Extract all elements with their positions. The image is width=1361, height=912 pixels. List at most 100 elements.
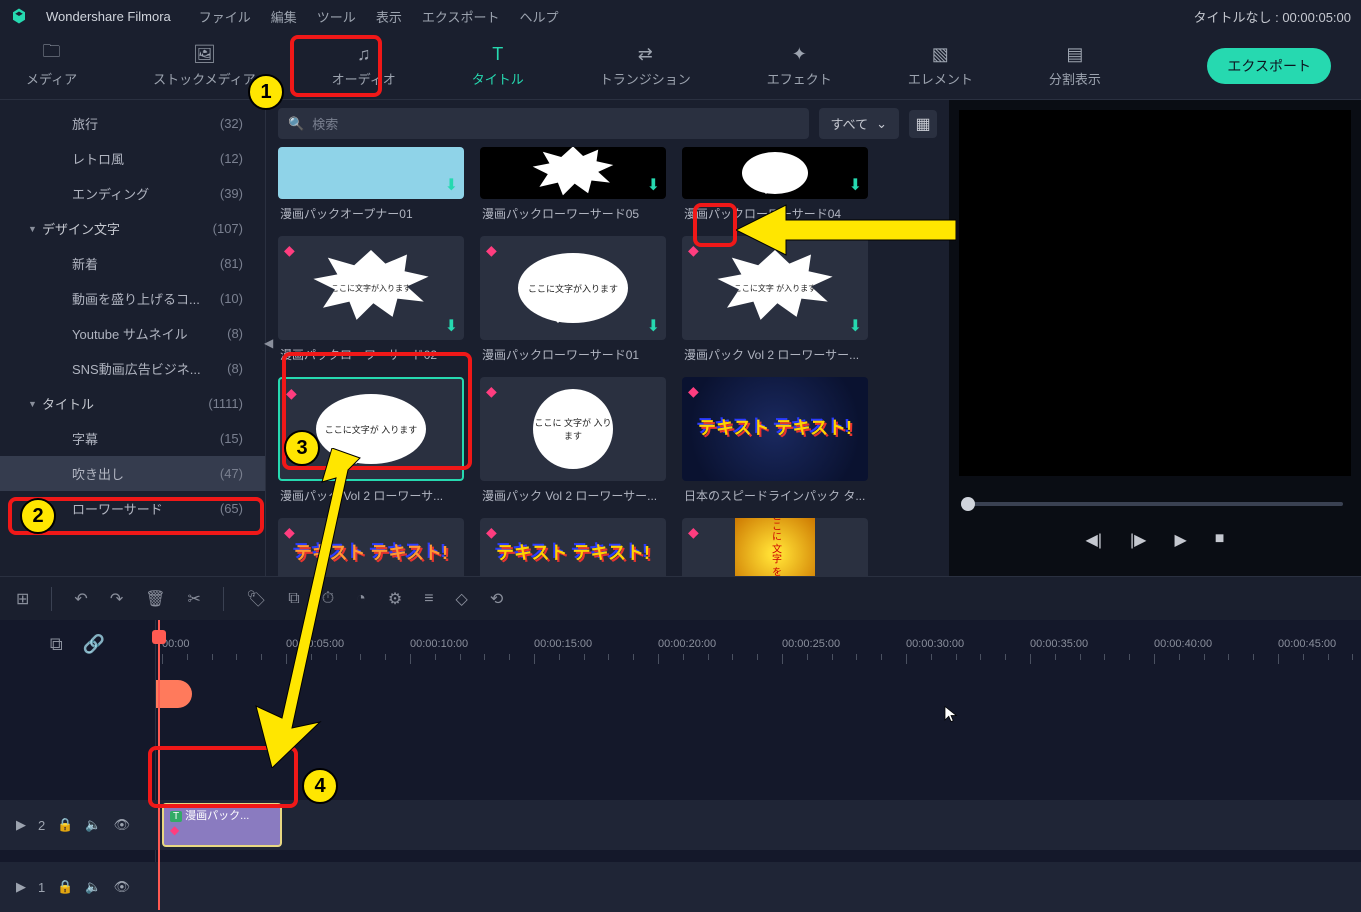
grid-item[interactable]: ⬇漫画パックオープナー01 — [278, 147, 464, 228]
link-icon[interactable]: 🔗 — [83, 634, 105, 655]
video-track-icon: ▶ — [16, 879, 26, 895]
sidebar-item-retro[interactable]: レトロ風(12) — [0, 141, 265, 176]
prev-frame-button[interactable]: ◀| — [1086, 530, 1102, 550]
tab-split[interactable]: ▤分割表示 — [1041, 39, 1109, 92]
visibility-icon[interactable]: 👁 — [114, 879, 131, 895]
cut-button[interactable]: ✂ — [188, 589, 201, 609]
sidebar-item-sns[interactable]: SNS動画広告ビジネ...(8) — [0, 351, 265, 386]
gem-icon: ◆ — [688, 524, 699, 541]
grid-icon: ▦ — [915, 114, 930, 134]
text-icon: T — [487, 43, 509, 65]
panel-layout-icon[interactable]: ⊞ — [16, 589, 29, 609]
ruler-label: 00:00:30:00 — [906, 638, 964, 650]
lock-icon[interactable]: 🔒 — [57, 879, 73, 895]
grid-item[interactable]: ◆ここに 文字 を入力 — [682, 518, 868, 576]
menu-tools[interactable]: ツール — [317, 7, 356, 26]
sidebar-item-exciteup[interactable]: 動画を盛り上げるコ...(10) — [0, 281, 265, 316]
gem-icon: ◆ — [486, 383, 497, 400]
project-title: タイトルなし : 00:00:05:00 — [1193, 7, 1351, 26]
gem-icon: ◆ — [688, 383, 699, 400]
stop-button[interactable]: ■ — [1215, 530, 1225, 550]
add-track-icon[interactable]: ⧉ — [50, 634, 63, 655]
audio-icon[interactable]: ≡ — [424, 590, 433, 608]
sidebar-item-speechbubble[interactable]: 吹き出し(47) — [0, 456, 265, 491]
menu-view[interactable]: 表示 — [376, 7, 402, 26]
menu-file[interactable]: ファイル — [199, 7, 251, 26]
sidebar-item-ending[interactable]: エンディング(39) — [0, 176, 265, 211]
ruler-label: 00:00:45:00 — [1278, 638, 1336, 650]
track-row-1[interactable]: ▶1 🔒 🔈 👁 — [0, 862, 1361, 912]
timeline[interactable]: ⧉ 🔗 00:0000:00:05:0000:00:10:0000:00:15:… — [0, 620, 1361, 910]
next-frame-button[interactable]: |▶ — [1130, 530, 1146, 550]
redo-button[interactable]: ↷ — [110, 589, 123, 609]
tab-audio[interactable]: ♫オーディオ — [324, 39, 404, 92]
timeline-clip[interactable]: T 漫画パック... ◆ — [162, 803, 282, 847]
sidebar-group-titles[interactable]: タイトル(1111) — [0, 386, 265, 421]
grid-item[interactable]: ◆ここに文字が入ります⬇漫画パックローワーサード02 — [278, 236, 464, 369]
folder-icon: 🗀 — [41, 43, 63, 65]
clip-edge[interactable] — [156, 680, 192, 708]
download-icon: ⬇ — [647, 175, 660, 195]
play-button[interactable]: ▶ — [1174, 530, 1186, 550]
mute-icon[interactable]: 🔈 — [85, 817, 101, 833]
menu-help[interactable]: ヘルプ — [519, 7, 558, 26]
track-row-2[interactable]: ▶2 🔒 🔈 👁 T 漫画パック... ◆ — [0, 800, 1361, 850]
sidebar-group-design[interactable]: デザイン文字(107) — [0, 211, 265, 246]
preview-scrubber[interactable] — [967, 502, 1343, 506]
tab-media[interactable]: 🗀メディア — [18, 39, 85, 92]
tab-elements[interactable]: ▧エレメント — [900, 39, 981, 92]
menu-bar: ファイル 編集 ツール 表示 エクスポート ヘルプ — [199, 7, 559, 26]
ruler-label: 00:00:20:00 — [658, 638, 716, 650]
motion-icon[interactable]: ⟲ — [490, 589, 503, 609]
menu-export[interactable]: エクスポート — [422, 7, 500, 26]
menu-edit[interactable]: 編集 — [271, 7, 297, 26]
undo-button[interactable]: ↶ — [74, 589, 87, 609]
tab-stock[interactable]: 🖼ストックメディア — [145, 39, 264, 92]
collapse-handle-icon[interactable]: ◀ — [264, 336, 273, 350]
image-icon: 🖼 — [193, 43, 215, 65]
grid-item[interactable]: ⬇漫画パックローワーサード05 — [480, 147, 666, 228]
adjust-icon[interactable]: ⚙ — [388, 589, 402, 609]
text-clip-icon: T — [170, 811, 182, 822]
music-icon: ♫ — [353, 43, 375, 65]
tab-titles[interactable]: Tタイトル — [464, 39, 532, 92]
ruler-label: 00:00:10:00 — [410, 638, 468, 650]
mute-icon[interactable]: 🔈 — [85, 879, 101, 895]
annotation-number-2: 2 — [20, 498, 56, 534]
lock-icon[interactable]: 🔒 — [57, 817, 73, 833]
sidebar-item-travel[interactable]: 旅行(32) — [0, 106, 265, 141]
sidebar-item-subtitles[interactable]: 字幕(15) — [0, 421, 265, 456]
grid-item[interactable]: ◆ここに 文字が 入ります漫画パック Vol 2 ローワーサー... — [480, 377, 666, 510]
filter-dropdown[interactable]: すべて⌄ — [819, 108, 899, 139]
transition-icon: ⇄ — [634, 43, 656, 65]
tab-transitions[interactable]: ⇄トランジション — [592, 39, 699, 92]
search-icon: 🔍 — [288, 116, 304, 132]
split-icon: ▤ — [1064, 43, 1086, 65]
gem-icon: ◆ — [688, 242, 699, 259]
delete-button[interactable]: 🗑 — [145, 589, 165, 609]
layers-icon: ▧ — [929, 43, 951, 65]
tab-effects[interactable]: ✦エフェクト — [759, 39, 840, 92]
chevron-down-icon: ⌄ — [876, 116, 887, 132]
grid-view-button[interactable]: ▦ — [909, 110, 937, 138]
gem-icon: ◆ — [486, 242, 497, 259]
grid-item[interactable]: ◆ここに文字が入ります⬇漫画パックローワーサード01 — [480, 236, 666, 369]
app-name: Wondershare Filmora — [46, 9, 171, 24]
search-input[interactable]: 🔍 検索 — [278, 108, 809, 139]
sidebar-item-new[interactable]: 新着(81) — [0, 246, 265, 281]
annotation-number-3: 3 — [284, 430, 320, 466]
visibility-icon[interactable]: 👁 — [114, 817, 131, 833]
export-button[interactable]: エクスポート — [1207, 48, 1331, 84]
annotation-arrow-left — [736, 200, 956, 260]
app-logo-icon — [10, 7, 28, 25]
grid-item[interactable]: ◆テキスト テキスト! — [480, 518, 666, 576]
download-icon: ⬇ — [849, 175, 862, 195]
keyframe-icon[interactable]: ◇ — [456, 589, 468, 609]
playback-controls: ◀| |▶ ▶ ■ — [949, 530, 1361, 550]
annotation-arrow-down — [252, 448, 372, 768]
media-tabs: 🗀メディア 🖼ストックメディア ♫オーディオ Tタイトル ⇄トランジション ✦エ… — [0, 32, 1361, 100]
grid-item[interactable]: ◆テキスト テキスト!日本のスピードラインパック タ... — [682, 377, 868, 510]
sidebar-item-youtube[interactable]: Youtube サムネイル(8) — [0, 316, 265, 351]
playhead[interactable] — [158, 620, 160, 910]
preview-canvas[interactable] — [959, 110, 1351, 476]
